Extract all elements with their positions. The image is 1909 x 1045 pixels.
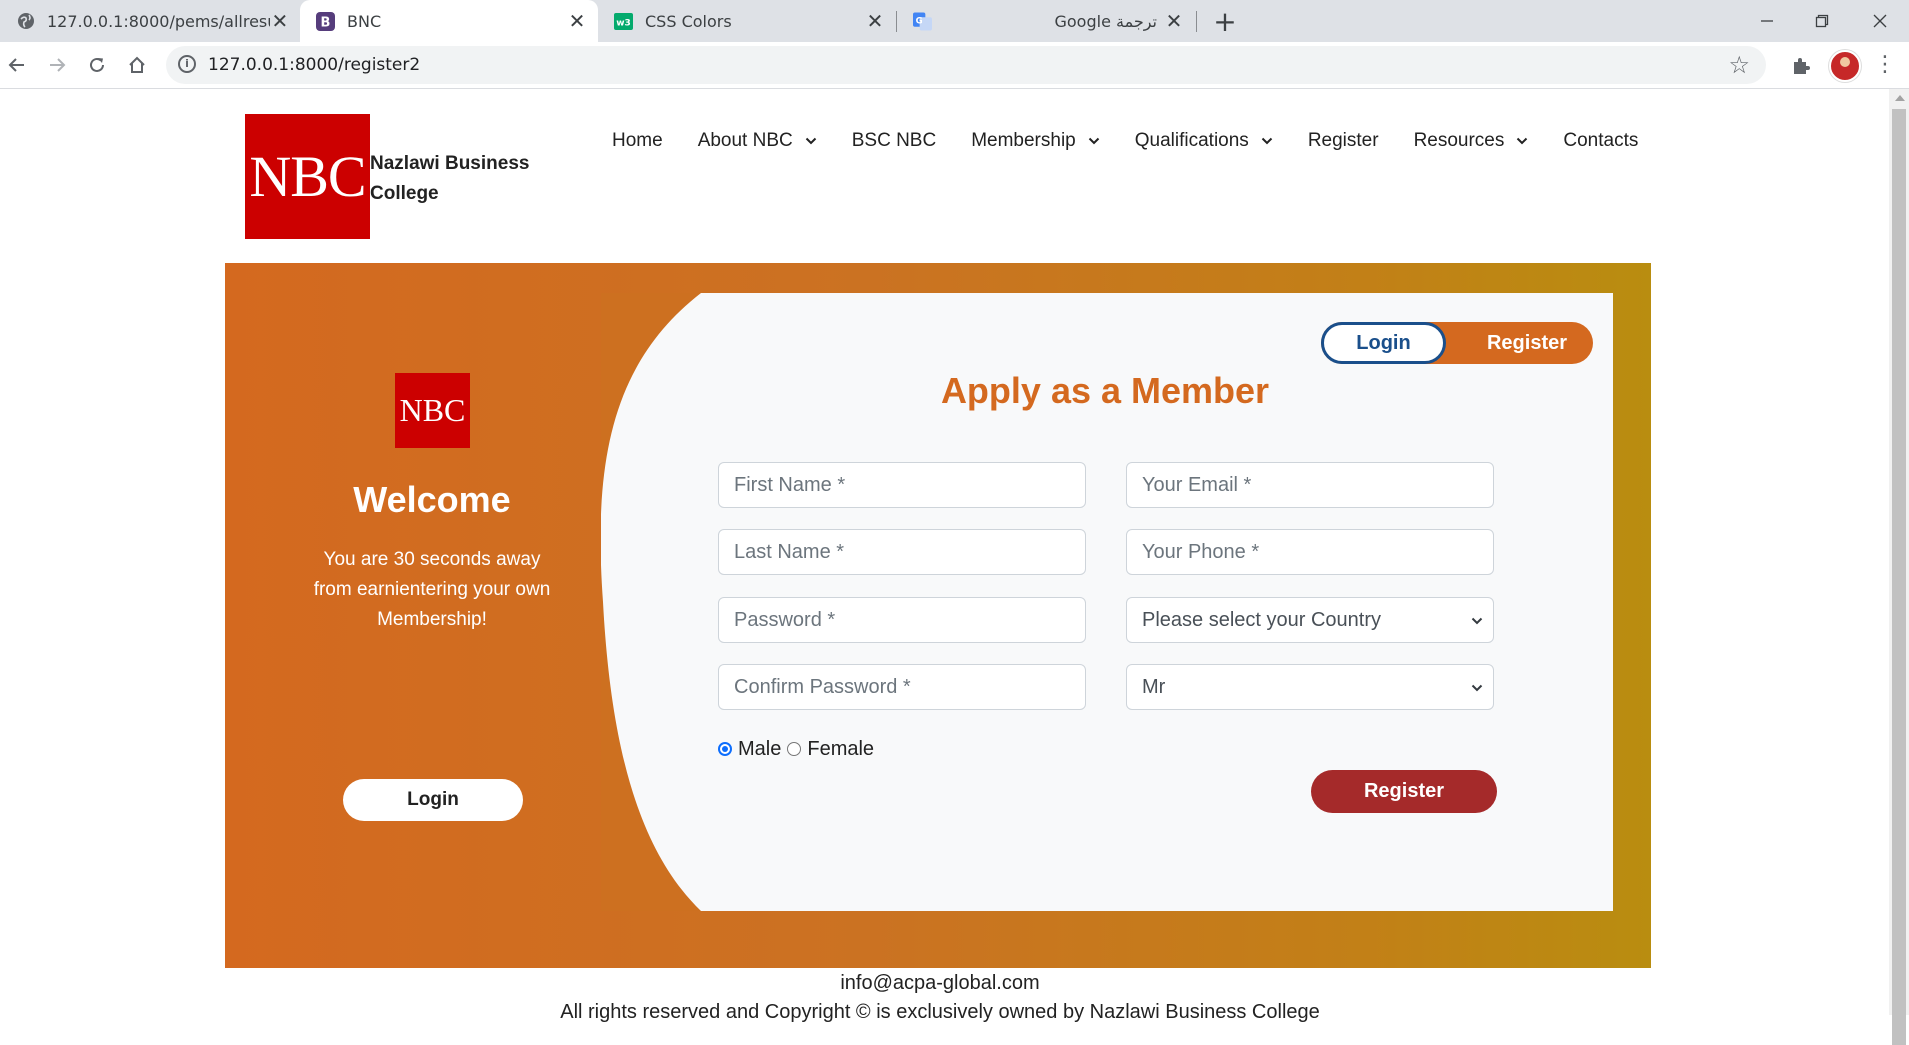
close-tab-icon[interactable]: ✕ xyxy=(1163,9,1185,33)
nav-contacts[interactable]: Contacts xyxy=(1563,130,1638,152)
nav-resources[interactable]: Resources xyxy=(1414,130,1529,152)
title-select[interactable]: Mr xyxy=(1126,664,1494,710)
browser-tab-strip: 127.0.0.1:8000/pems/allresult ✕ B BNC ✕ … xyxy=(0,0,1909,42)
nav-about-nbc[interactable]: About NBC xyxy=(698,130,817,152)
nav-label: Resources xyxy=(1413,130,1505,151)
page-scrollbar[interactable] xyxy=(1889,89,1909,1045)
country-select-value: Please select your Country xyxy=(1142,608,1382,631)
browser-tab-active[interactable]: B BNC ✕ xyxy=(300,0,598,42)
new-tab-plus-icon[interactable]: + xyxy=(1210,5,1240,38)
close-tab-icon[interactable]: ✕ xyxy=(566,9,588,33)
close-tab-icon[interactable]: ✕ xyxy=(270,9,290,33)
tab-title: Google ترجمة xyxy=(1054,11,1157,31)
email-field[interactable]: Your Email * xyxy=(1126,462,1494,508)
nav-label: Contacts xyxy=(1563,130,1639,151)
chevron-down-icon xyxy=(1088,134,1100,148)
chevron-down-icon xyxy=(1471,613,1483,628)
google-translate-icon: G xyxy=(913,11,932,31)
nav-qualifications[interactable]: Qualifications xyxy=(1135,130,1273,152)
left-login-button[interactable]: Login xyxy=(343,779,523,821)
nav-label: Register xyxy=(1307,130,1379,151)
svg-text:w3: w3 xyxy=(616,18,631,28)
bootstrap-icon: B xyxy=(316,11,335,31)
extensions-puzzle-icon[interactable] xyxy=(1789,54,1813,78)
password-field[interactable]: Password * xyxy=(718,597,1086,643)
chevron-down-icon xyxy=(1261,134,1273,148)
last-name-field[interactable]: Last Name * xyxy=(718,529,1086,575)
profile-avatar[interactable] xyxy=(1829,50,1861,82)
browser-tab[interactable]: w3 CSS Colors ✕ xyxy=(598,0,896,42)
nav-membership[interactable]: Membership xyxy=(971,130,1100,152)
nav-label: BSC NBC xyxy=(851,130,937,151)
svg-text:G: G xyxy=(916,16,923,26)
globe-icon xyxy=(16,12,35,31)
male-radio[interactable] xyxy=(718,742,732,756)
tab-title: 127.0.0.1:8000/pems/allresult xyxy=(47,11,270,31)
female-radio[interactable] xyxy=(787,742,802,756)
nbc-small-logo: NBC xyxy=(395,373,470,448)
nav-label: Membership xyxy=(971,130,1076,151)
nav-label: Qualifications xyxy=(1134,130,1249,151)
back-arrow-icon[interactable] xyxy=(2,50,32,80)
title-select-value: Mr xyxy=(1142,675,1166,698)
toggle-login-button[interactable]: Login xyxy=(1321,322,1446,364)
svg-text:B: B xyxy=(321,15,331,30)
tab-title: BNC xyxy=(347,11,382,31)
gender-group: Male Female xyxy=(718,737,874,761)
main-nav: Home About NBC BSC NBC Membership Qualif… xyxy=(612,126,1638,156)
address-bar: i 127.0.0.1:8000/register2 ☆ xyxy=(0,42,1909,89)
url-text: 127.0.0.1:8000/register2 xyxy=(208,55,421,75)
female-label: Female xyxy=(807,737,875,760)
nav-bsc-nbc[interactable]: BSC NBC xyxy=(852,130,936,152)
welcome-heading: Welcome xyxy=(353,479,511,520)
browser-tab[interactable]: G Google ترجمة ✕ xyxy=(897,0,1195,42)
nav-label: Home xyxy=(612,130,663,151)
register-submit-button[interactable]: Register xyxy=(1311,770,1497,813)
nav-label: About NBC xyxy=(697,130,793,151)
nav-home[interactable]: Home xyxy=(612,130,663,152)
forward-arrow-icon[interactable] xyxy=(42,50,72,80)
toggle-register-button[interactable]: Register xyxy=(1461,322,1593,364)
tab-separator xyxy=(1196,11,1197,32)
close-window-icon[interactable] xyxy=(1860,6,1900,36)
close-tab-icon[interactable]: ✕ xyxy=(864,9,886,33)
welcome-subtitle: You are 30 seconds away from earnienteri… xyxy=(313,549,551,630)
tab-title: CSS Colors xyxy=(645,11,732,31)
chevron-down-icon xyxy=(1516,134,1528,148)
browser-menu-icon[interactable]: ⋮ xyxy=(1874,50,1896,80)
w3schools-icon: w3 xyxy=(614,12,633,31)
scroll-up-arrow-icon[interactable] xyxy=(1895,95,1905,101)
bookmark-star-icon[interactable]: ☆ xyxy=(1728,51,1750,79)
footer-email[interactable]: info@acpa-global.com xyxy=(720,972,1160,995)
restore-window-icon[interactable] xyxy=(1802,6,1842,36)
chevron-down-icon xyxy=(805,134,817,148)
url-field[interactable]: i 127.0.0.1:8000/register2 ☆ xyxy=(166,46,1766,84)
minimize-window-icon[interactable] xyxy=(1747,6,1787,36)
auth-toggle: Login Register xyxy=(1321,322,1593,364)
chevron-down-icon xyxy=(1471,680,1483,695)
first-name-field[interactable]: First Name * xyxy=(718,462,1086,508)
nbc-logo[interactable]: NBC xyxy=(245,114,370,239)
scrollbar-thumb[interactable] xyxy=(1892,109,1906,1045)
phone-field[interactable]: Your Phone * xyxy=(1126,529,1494,575)
confirm-password-field[interactable]: Confirm Password * xyxy=(718,664,1086,710)
browser-tab[interactable]: 127.0.0.1:8000/pems/allresult ✕ xyxy=(0,0,300,42)
home-icon[interactable] xyxy=(122,50,152,80)
site-info-icon[interactable]: i xyxy=(178,55,196,73)
reload-icon[interactable] xyxy=(82,50,112,80)
nav-register[interactable]: Register xyxy=(1308,130,1379,152)
brand-name[interactable]: Nazlawi Business College xyxy=(370,149,570,209)
footer-copyright: All rights reserved and Copyright © is e… xyxy=(560,1001,1320,1023)
form-title: Apply as a Member xyxy=(940,370,1270,411)
country-select[interactable]: Please select your Country xyxy=(1126,597,1494,643)
male-label: Male xyxy=(738,737,782,760)
